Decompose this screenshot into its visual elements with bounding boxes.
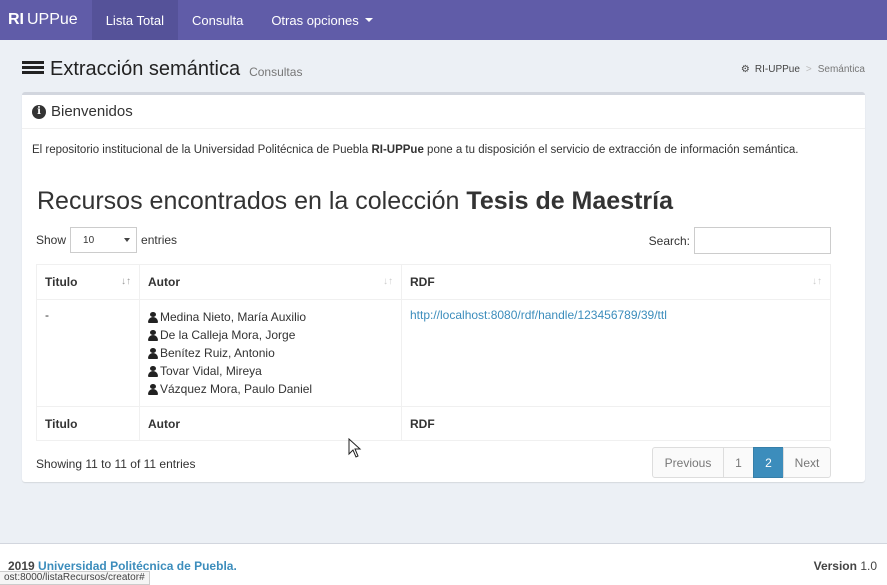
breadcrumb-current: Semántica — [817, 63, 865, 75]
table-row: - Medina Nieto, María Auxilio De la Call… — [36, 299, 831, 407]
length-control: Show 10 entries — [36, 227, 177, 253]
info-circle-icon: i — [32, 104, 46, 119]
col-header-rdf[interactable]: RDF ↓↑ — [401, 264, 831, 300]
user-icon — [148, 347, 158, 359]
dashboard-icon: ⚙ — [740, 63, 750, 75]
author-item: De la Calleja Mora, Jorge — [148, 326, 393, 344]
entries-select-value: 10 — [83, 234, 95, 246]
rdf-link[interactable]: http://localhost:8080/rdf/handle/1234567… — [410, 308, 667, 322]
user-icon — [148, 311, 158, 323]
col-header-autor-label: Autor — [148, 275, 180, 289]
version-value: 1.0 — [860, 559, 877, 573]
entries-label: entries — [141, 233, 178, 247]
author-name: Medina Nieto, María Auxilio — [160, 310, 307, 324]
col-header-titulo[interactable]: Titulo ↓↑ — [36, 264, 140, 300]
search-label: Search: — [648, 233, 690, 248]
breadcrumb: ⚙ RI-UPPue > Semántica — [741, 64, 865, 75]
welcome-box: i Bienvenidos El repositorio institucion… — [22, 92, 865, 482]
next-button[interactable]: Next — [783, 447, 831, 478]
status-bar-url: ost:8000/listaRecursos/creator# — [0, 571, 150, 585]
search-control: Search: — [649, 227, 831, 254]
top-navbar: RI UPPue Lista Total Consulta Otras opci… — [0, 0, 887, 40]
search-input[interactable] — [694, 227, 831, 254]
nav-otras-opciones-dropdown[interactable]: Otras opciones — [257, 0, 386, 40]
nav-consulta-label: Consulta — [192, 12, 244, 28]
user-icon — [148, 329, 158, 341]
table-icon — [22, 61, 44, 77]
breadcrumb-separator: > — [805, 63, 812, 75]
nav-lista-total[interactable]: Lista Total — [91, 0, 178, 40]
results-heading: Recursos encontrados en la colección Tes… — [37, 187, 673, 216]
nav-consulta[interactable]: Consulta — [178, 0, 257, 40]
mouse-cursor-icon — [348, 438, 362, 458]
nav-otras-opciones-label: Otras opciones — [271, 12, 359, 28]
intro-text: El repositorio institucional de la Unive… — [32, 144, 798, 156]
collection-name: Tesis de Maestría — [466, 187, 674, 215]
cell-titulo: - — [36, 299, 140, 407]
intro-pre: El repositorio institucional de la Unive… — [32, 144, 372, 156]
brand-logo[interactable]: RI UPPue — [0, 0, 92, 40]
page-title: Extracción semántica — [50, 57, 241, 80]
col-header-autor[interactable]: Autor ↓↑ — [139, 264, 402, 300]
table-header-row: Titulo ↓↑ Autor ↓↑ RDF ↓↑ — [36, 264, 831, 300]
entries-select[interactable]: 10 — [70, 227, 138, 253]
author-name: De la Calleja Mora, Jorge — [160, 328, 296, 342]
sort-icon: ↓↑ — [383, 276, 393, 287]
previous-button[interactable]: Previous — [652, 447, 724, 478]
col-footer-titulo: Titulo — [36, 406, 140, 441]
intro-bold: RI-UPPue — [371, 144, 424, 156]
author-name: Benítez Ruiz, Antonio — [160, 346, 275, 360]
page-2-button[interactable]: 2 — [753, 447, 784, 478]
table-info: Showing 11 to 11 of 11 entries — [36, 457, 196, 471]
content-header: Extracción semántica Consultas ⚙ RI-UPPu… — [22, 54, 865, 84]
user-icon — [148, 383, 158, 395]
version-label: Version — [813, 559, 857, 573]
sort-icon: ↓↑ — [812, 276, 822, 287]
results-table: Titulo ↓↑ Autor ↓↑ RDF ↓↑ - Medina Nieto… — [36, 264, 831, 441]
box-title: Bienvenidos — [51, 103, 133, 120]
brand-text: UPPue — [27, 11, 78, 28]
author-name: Vázquez Mora, Paulo Daniel — [160, 382, 313, 396]
page-1-button[interactable]: 1 — [723, 447, 754, 478]
cell-rdf: http://localhost:8080/rdf/handle/1234567… — [401, 299, 831, 407]
col-footer-autor: Autor — [139, 406, 402, 441]
table-footer-row: Titulo Autor RDF — [36, 406, 831, 441]
intro-post: pone a tu disposición el servicio de ext… — [423, 144, 799, 156]
col-header-titulo-label: Titulo — [45, 275, 78, 289]
caret-down-icon — [364, 18, 373, 22]
box-header: i Bienvenidos — [22, 95, 865, 129]
pagination: Previous 1 2 Next — [652, 447, 831, 478]
page-subtitle: Consultas — [249, 64, 303, 79]
select-caret-icon — [124, 238, 131, 242]
results-pre: Recursos encontrados en la colección — [37, 187, 467, 215]
breadcrumb-home[interactable]: RI-UPPue — [755, 64, 800, 75]
cell-autor: Medina Nieto, María Auxilio De la Callej… — [139, 299, 402, 407]
col-header-rdf-label: RDF — [410, 275, 435, 289]
nav-lista-total-label: Lista Total — [105, 12, 164, 28]
author-item: Tovar Vidal, Mireya — [148, 362, 393, 380]
footer-version: Version 1.0 — [814, 559, 877, 573]
author-name: Tovar Vidal, Mireya — [160, 364, 262, 378]
author-item: Medina Nieto, María Auxilio — [148, 308, 393, 326]
author-item: Benítez Ruiz, Antonio — [148, 344, 393, 362]
author-item: Vázquez Mora, Paulo Daniel — [148, 380, 393, 398]
brand-bold: RI — [8, 11, 24, 28]
sort-asc-icon: ↓↑ — [121, 276, 131, 287]
user-icon — [148, 365, 158, 377]
show-label: Show — [36, 233, 67, 247]
col-footer-rdf: RDF — [401, 406, 831, 441]
